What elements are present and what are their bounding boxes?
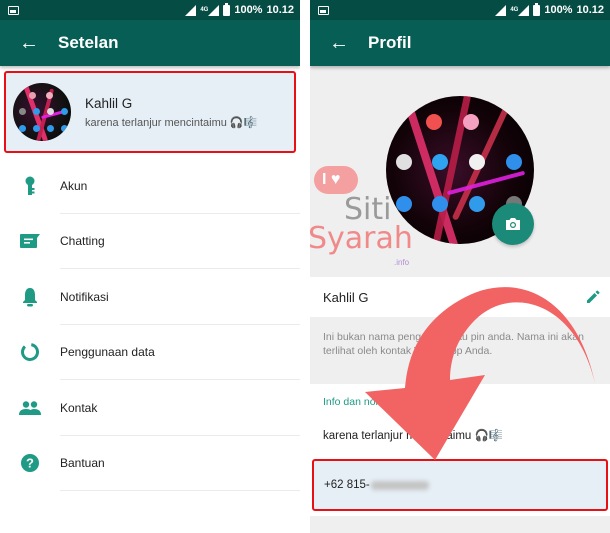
app-bar: ← Profil (310, 20, 610, 66)
menu-item-bantuan[interactable]: ? Bantuan (0, 436, 300, 492)
name-row[interactable]: Kahlil G (310, 277, 610, 317)
help-icon: ? (0, 453, 60, 473)
avatar (13, 83, 71, 141)
menu-label: Akun (60, 178, 88, 193)
network-type: 4G (200, 7, 209, 13)
profile-row[interactable]: Kahlil G karena terlanjur mencintaimu 🎧🎼 (4, 71, 296, 153)
menu-label: Notifikasi (60, 289, 109, 304)
profile-name: Kahlil G (323, 289, 369, 305)
watermark-bubble: I ♥ (314, 166, 358, 194)
arrow-left-icon: ← (19, 31, 39, 54)
battery-icon (533, 2, 541, 16)
battery-icon (223, 2, 231, 16)
menu-label: Kontak (60, 400, 98, 415)
menu-item-notifikasi[interactable]: Notifikasi (0, 269, 300, 325)
clock: 10.12 (266, 4, 294, 16)
app-bar: ← Setelan (0, 20, 300, 66)
status-bar: 4G 100% 10.12 (310, 0, 610, 20)
bell-icon (0, 287, 60, 307)
signal-icon (495, 4, 507, 16)
battery-percent: 100% (544, 4, 573, 16)
menu-item-akun[interactable]: Akun (0, 158, 300, 214)
page-title: Setelan (58, 33, 119, 52)
about-row[interactable]: karena terlanjur mencintaimu 🎧🎼 (323, 428, 503, 442)
watermark-line1: Siti (344, 192, 392, 227)
contacts-icon (0, 401, 60, 415)
profile-photo-area: I ♥ Siti Syarah .info (310, 66, 610, 276)
settings-screen: 4G 100% 10.12 ← Setelan Kahlil G karena … (0, 0, 300, 533)
signal-4g-icon (518, 4, 530, 16)
profile-about: karena terlanjur mencintaimu 🎧🎼 (85, 116, 258, 129)
profile-screen: 4G 100% 10.12 ← Profil I ♥ Siti Syarah .… (310, 0, 610, 533)
edit-name-button[interactable] (576, 290, 610, 304)
gallery-notification-icon (8, 5, 19, 15)
arrow-left-icon: ← (329, 31, 349, 54)
svg-text:?: ? (26, 456, 34, 471)
section-header: Info dan nomor telepon (323, 396, 431, 408)
menu-item-chatting[interactable]: Chatting (0, 214, 300, 270)
pencil-icon (587, 290, 600, 303)
back-button[interactable]: ← (310, 32, 368, 55)
phone-number: +62 815- (324, 479, 370, 491)
phone-number-redacted (370, 480, 429, 490)
network-type: 4G (510, 7, 519, 13)
menu-label: Bantuan (60, 456, 105, 471)
chat-icon (0, 234, 60, 249)
menu-label: Penggunaan data (60, 345, 155, 360)
clock: 10.12 (576, 4, 604, 16)
battery-percent: 100% (234, 4, 263, 16)
watermark-line2: Syarah (310, 221, 413, 256)
signal-icon (185, 4, 197, 16)
status-bar: 4G 100% 10.12 (0, 0, 300, 20)
data-usage-icon (0, 342, 60, 362)
key-icon (0, 176, 60, 196)
gallery-notification-icon (318, 5, 329, 15)
back-button[interactable]: ← (0, 32, 58, 55)
camera-icon (506, 218, 520, 230)
page-title: Profil (368, 33, 412, 52)
name-hint: Ini bukan nama pengguna atau pin anda. N… (323, 331, 584, 357)
info-card: Info dan nomor telepon karena terlanjur … (310, 384, 610, 516)
menu-label: Chatting (60, 234, 105, 249)
profile-name: Kahlil G (85, 95, 133, 111)
signal-4g-icon (208, 4, 220, 16)
settings-menu: Akun Chatting Notifikasi Penggunaan data… (0, 158, 300, 491)
phone-row[interactable]: +62 815- (312, 459, 608, 511)
watermark-line3: .info (394, 258, 410, 267)
change-photo-button[interactable] (492, 203, 534, 245)
menu-item-kontak[interactable]: Kontak (0, 380, 300, 436)
menu-item-penggunaan-data[interactable]: Penggunaan data (0, 325, 300, 381)
